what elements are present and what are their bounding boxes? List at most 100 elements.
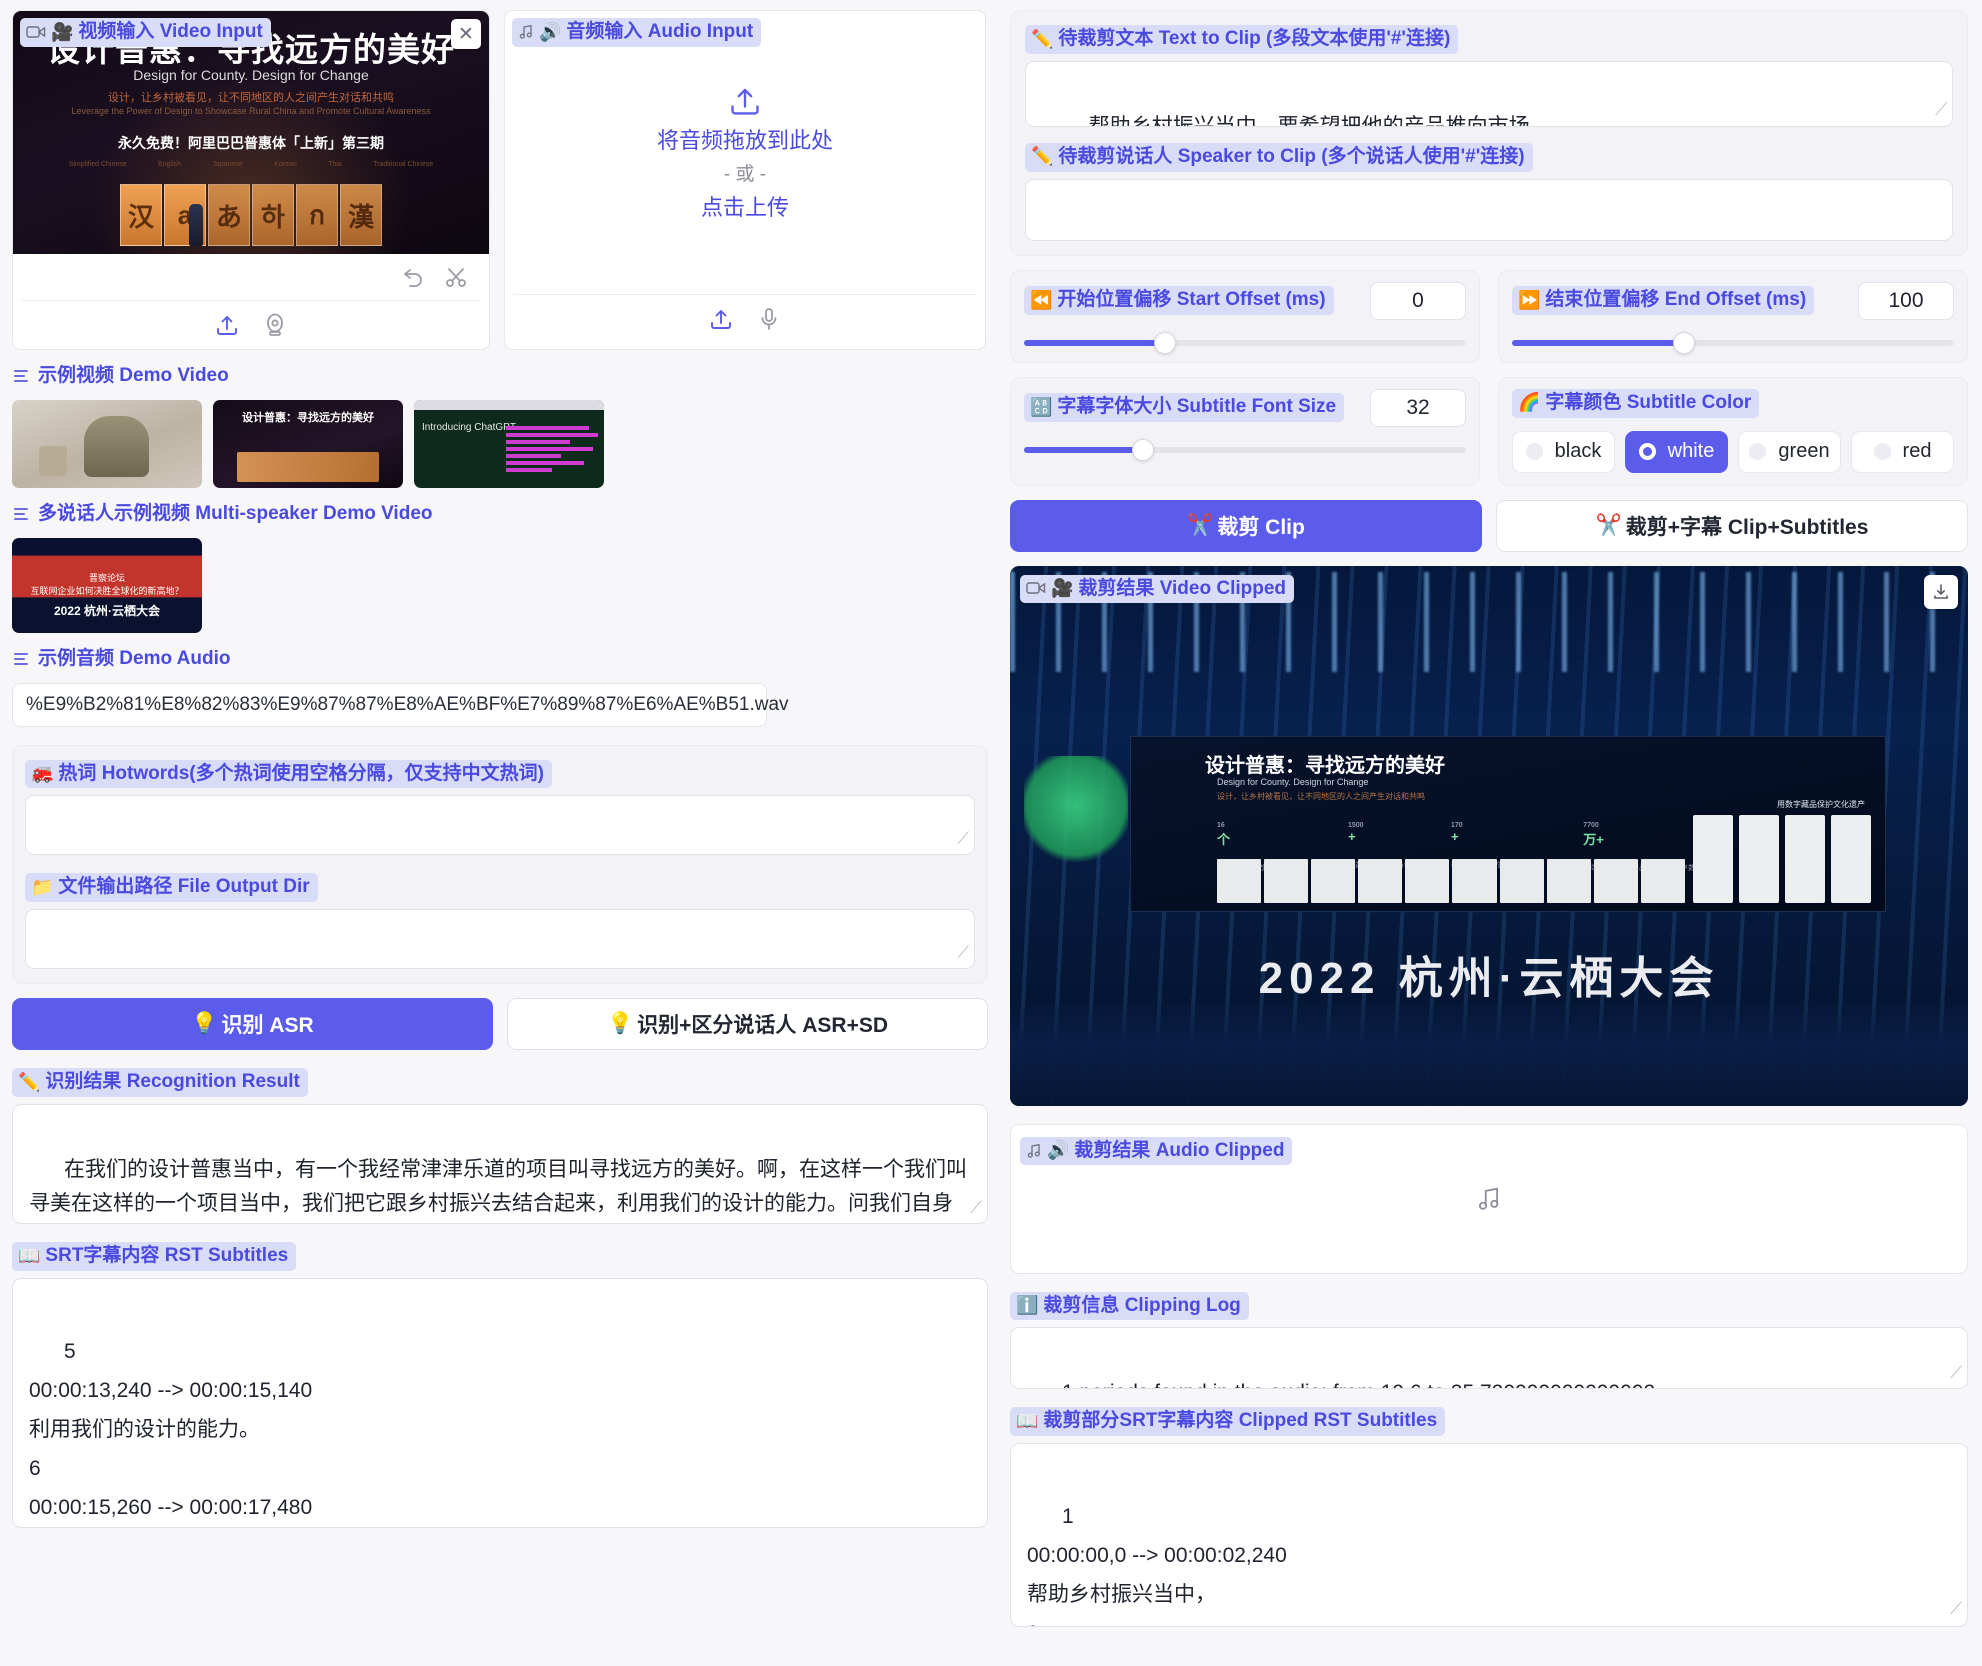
video-input-panel[interactable]: 🎥 视频输入 Video Input ✕ 设计普惠：寻找远方的美好 Design… [12,10,490,350]
thumb-caption-1: 晋察论坛 [88,572,125,583]
thumb-caption-block: 晋察论坛 互联网企业如何决胜全球化的新高地？ [12,572,202,599]
video-upload-row [13,301,489,349]
text-to-clip-textarea[interactable]: 帮助乡村振兴当中，要希望把他的产品推向市场 ⟋ [1025,60,1953,127]
recognition-result-textarea[interactable]: 在我们的设计普惠当中，有一个我经常津津乐道的项目叫寻找远方的美好。啊，在这样一个… [12,1104,988,1225]
demo-audio-label-text: 示例音频 Demo Audio [38,647,231,669]
audio-click-upload-text[interactable]: 点击上传 [701,190,789,222]
resize-grip-icon[interactable]: ⟋ [1950,1359,1962,1387]
clip-subtitles-button[interactable]: ✂️ 裁剪+字幕 Clip+Subtitles [1496,499,1968,552]
stat-number: 16 [1217,821,1225,829]
audio-input-panel[interactable]: 🔊 音频输入 Audio Input 将音频拖放到此处 - 或 - 点击上传 [504,10,986,350]
webcam-icon[interactable] [262,312,288,338]
lang-label: Traditional Chinese [373,161,434,168]
audio-dropzone[interactable]: 将音频拖放到此处 - 或 - 点击上传 [505,11,985,294]
list-icon [14,650,30,668]
subtitle-color-option-white[interactable]: white [1625,430,1728,473]
subtitle-font-size-slider[interactable] [1024,438,1466,461]
demo-video-thumb[interactable] [12,399,202,488]
undo-icon[interactable] [401,266,425,288]
loudspeaker-icon: 🔊 [1047,1140,1070,1161]
video-camera-outline-icon [1026,581,1046,595]
end-offset-slider[interactable] [1512,331,1954,354]
speaker-to-clip-textarea[interactable] [1025,178,1953,241]
clipping-log-label-text: 裁剪信息 Clipping Log [1043,1294,1241,1316]
video-clipped-panel[interactable]: 🎥 裁剪结果 Video Clipped 设计普惠：寻找远方的美好 Design… [1010,565,1968,1106]
subtitle-font-size-number-input[interactable]: 32 [1370,388,1466,427]
microphone-icon[interactable] [756,306,782,332]
pencil-icon: ✏️ [1031,146,1054,167]
scissors-icon[interactable] [445,266,469,288]
clipping-log-textarea[interactable]: 1 periods found in the audio: from 19.6 … [1010,1327,1968,1390]
audio-or-text: - 或 - [723,164,767,185]
video-thumb-sub2: 设计，让乡村被看见，让不同地区的人之间产生对话和共鸣 [108,92,394,104]
hotwords-output-panel: 🚒 热词 Hotwords(多个热词使用空格分隔，仅支持中文热词) ⟋ 📁 文件… [12,744,988,985]
video-input-label-text: 视频输入 Video Input [78,21,263,42]
file-output-dir-input[interactable]: ⟋ [25,909,975,970]
audio-clipped-label-text: 裁剪结果 Audio Clipped [1074,1139,1285,1161]
resize-grip-icon[interactable]: ⟋ [1935,96,1947,124]
clip-inputs-panel: ✏️ 待裁剪文本 Text to Clip (多段文本使用'#'连接) 帮助乡村… [1010,10,1968,256]
asr-button[interactable]: 💡 识别 ASR [12,998,493,1051]
download-button[interactable] [1924,574,1958,609]
subtitle-color-option-label: red [1902,440,1932,463]
hotwords-label-text: 热词 Hotwords(多个热词使用空格分隔，仅支持中文热词) [58,762,544,784]
upload-icon[interactable] [214,312,240,338]
subtitle-color-option-black[interactable]: black [1512,430,1615,473]
asr-sd-button[interactable]: 💡 识别+区分说话人 ASR+SD [507,998,988,1051]
stage-screen-sub2: 设计，让乡村被看见，让不同地区的人之间产生对话和共鸣 [1217,791,1425,801]
end-offset-number-input[interactable]: 100 [1858,281,1954,320]
music-note-icon [1476,1186,1502,1212]
thumb-caption-2: 互联网企业如何决胜全球化的新高地？ [30,586,184,597]
multi-speaker-demo-gallery[interactable]: 晋察论坛 互联网企业如何决胜全球化的新高地？ 2022 杭州·云栖大会 [12,537,988,633]
subtitle-font-size-label-chip: 🔠 字幕字体大小 Subtitle Font Size [1024,393,1345,423]
clip-button[interactable]: ✂️ 裁剪 Clip [1010,499,1482,552]
hotwords-input[interactable]: ⟋ [25,795,975,856]
green-logo-graphic [1024,755,1128,866]
radio-dot-icon [1749,443,1767,461]
recognition-result-value: 在我们的设计普惠当中，有一个我经常津津乐道的项目叫寻找远方的美好。啊，在这样一个… [29,1158,968,1216]
multi-speaker-demo-thumb[interactable]: 晋察论坛 互联网企业如何决胜全球化的新高地？ 2022 杭州·云栖大会 [12,537,202,633]
resize-grip-icon[interactable]: ⟋ [970,1194,982,1222]
radio-dot-icon [1873,443,1891,461]
music-note-icon [518,24,534,40]
stage-screen: 设计普惠：寻找远方的美好 Design for County. Design f… [1130,735,1886,912]
demo-video-thumb[interactable]: Introducing ChatGPT [414,399,604,488]
stage-screen-title: 设计普惠：寻找远方的美好 [1205,754,1445,777]
lang-label: Simplified Chinese [68,161,127,168]
end-offset-label-chip: ⏩ 结束位置偏移 End Offset (ms) [1512,286,1815,316]
clipping-log-label: ℹ️ 裁剪信息 Clipping Log [1010,1291,1968,1321]
subtitle-color-option-red[interactable]: red [1851,430,1954,473]
start-offset-slider[interactable] [1024,331,1466,354]
start-offset-number-input[interactable]: 0 [1370,281,1466,320]
clear-video-button[interactable]: ✕ [451,19,481,49]
lang-label: Thai [328,161,342,168]
resize-grip-icon[interactable]: ⟋ [957,939,969,967]
offset-slider-row: ⏪ 开始位置偏移 Start Offset (ms) 0 ⏩ 结束位置偏移 En… [1010,269,1968,363]
clipped-srt-textarea[interactable]: 1 00:00:00,0 --> 00:00:02,240 帮助乡村振兴当中， … [1010,1443,1968,1628]
demo-audio-filename[interactable]: %E9%B2%81%E8%82%83%E9%87%87%E8%AE%BF%E7%… [12,682,789,727]
glyph-tile: 汉 [120,184,162,246]
subtitle-font-size-label-text: 字幕字体大小 Subtitle Font Size [1057,396,1337,418]
video-preview[interactable]: 设计普惠：寻找远方的美好 Design for County. Design f… [13,11,489,254]
video-tools [13,254,489,300]
clipped-srt-value: 1 00:00:00,0 --> 00:00:02,240 帮助乡村振兴当中， … [1027,1505,1287,1626]
srt-subtitles-textarea[interactable]: 5 00:00:13,240 --> 00:00:15,140 利用我们的设计的… [12,1277,988,1528]
demo-video-gallery[interactable]: 设计普惠：寻找远方的美好 Introducing ChatGPT [12,399,988,488]
clip-button-label: 裁剪 Clip [1217,515,1305,539]
subtitle-color-label-chip: 🌈 字幕颜色 Subtitle Color [1512,388,1760,418]
demo-video-thumb[interactable]: 设计普惠：寻找远方的美好 [213,399,403,488]
stage-big-caption: 2022 杭州·云栖大会 [1258,953,1720,1003]
audio-input-label: 🔊 音频输入 Audio Input [512,18,762,47]
stat-sup: 个 [1217,831,1231,847]
stat-sup: 万+ [1583,831,1604,847]
resize-grip-icon[interactable]: ⟋ [1950,1593,1962,1625]
upload-icon[interactable] [708,306,734,332]
poster-strip [1693,814,1871,903]
subtitle-style-row: 🔠 字幕字体大小 Subtitle Font Size 32 🌈 字幕颜色 Su… [1010,376,1968,486]
resize-grip-icon[interactable]: ⟋ [957,825,969,853]
start-offset-label-text: 开始位置偏移 Start Offset (ms) [1057,289,1326,311]
subtitle-color-option-green[interactable]: green [1738,430,1841,473]
glyph-tile: 漢 [340,184,382,246]
hotwords-label-chip: 🚒 热词 Hotwords(多个热词使用空格分隔，仅支持中文热词) [25,759,552,789]
audio-clipped-panel[interactable]: 🔊 裁剪结果 Audio Clipped [1010,1123,1968,1274]
